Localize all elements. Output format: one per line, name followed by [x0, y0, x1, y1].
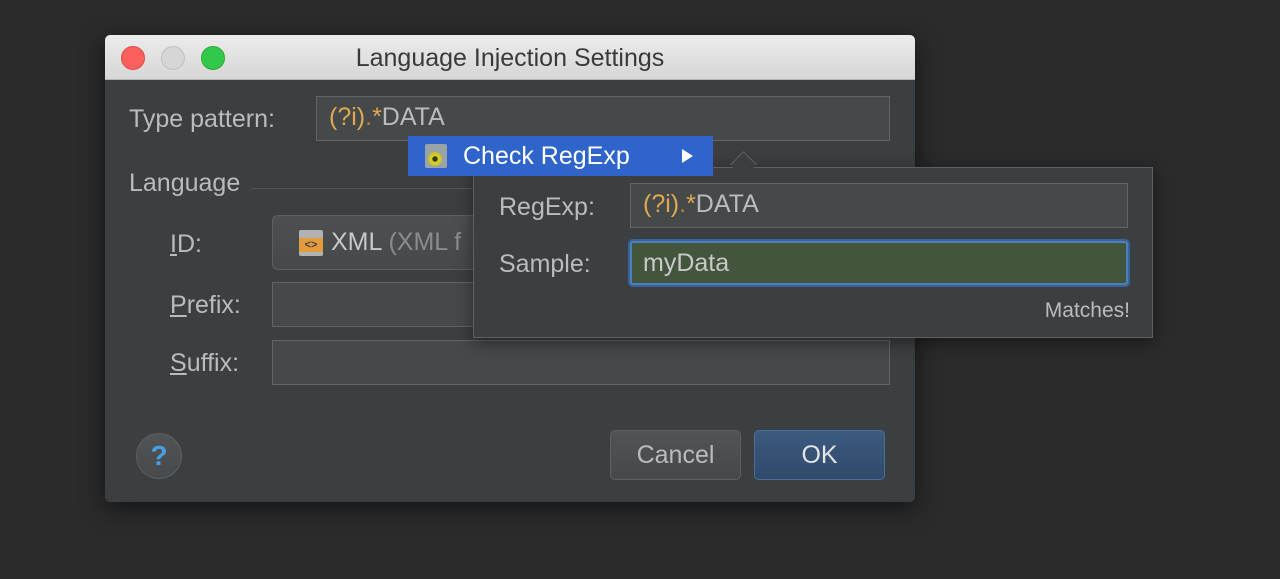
dialog-title: Language Injection Settings [355, 44, 665, 72]
type-pattern-label: Type pattern: [129, 105, 275, 133]
type-pattern-input[interactable]: (?i).*DATA [316, 96, 890, 141]
suffix-input[interactable] [272, 340, 890, 385]
regexp-check-icon [425, 144, 447, 168]
title-bar: Language Injection Settings [105, 35, 915, 80]
cancel-button[interactable]: Cancel [610, 430, 741, 480]
sample-label: Sample: [499, 250, 591, 278]
xml-file-icon [299, 230, 323, 256]
popup-pointer [730, 145, 758, 168]
menu-item-check-regexp[interactable]: Check RegExp [408, 136, 713, 176]
submenu-arrow-icon [682, 149, 693, 163]
pattern-star: * [372, 103, 382, 131]
menu-item-label: Check RegExp [463, 142, 630, 170]
pattern-literal: DATA [381, 103, 445, 131]
match-status: Matches! [1044, 299, 1130, 322]
regexp-input[interactable]: (?i).*DATA [630, 183, 1128, 228]
language-section-label: Language [129, 169, 241, 197]
suffix-label: Suffix: [170, 349, 240, 377]
sample-input[interactable]: myData [630, 241, 1128, 285]
regexp-label: RegExp: [499, 193, 595, 221]
id-label: ID: [170, 230, 202, 258]
pattern-flag: (?i) [329, 103, 366, 131]
regexp-flag: (?i) [643, 190, 680, 218]
language-id-value: XML [331, 228, 382, 256]
language-id-description: (XML f [388, 228, 462, 256]
help-button[interactable]: ? [136, 433, 182, 479]
check-regexp-popup: RegExp: (?i).*DATA Sample: myData Matche… [473, 167, 1153, 338]
regexp-star: * [686, 190, 696, 218]
regexp-literal: DATA [695, 190, 759, 218]
prefix-label: Prefix: [170, 291, 241, 319]
ok-button[interactable]: OK [754, 430, 885, 480]
